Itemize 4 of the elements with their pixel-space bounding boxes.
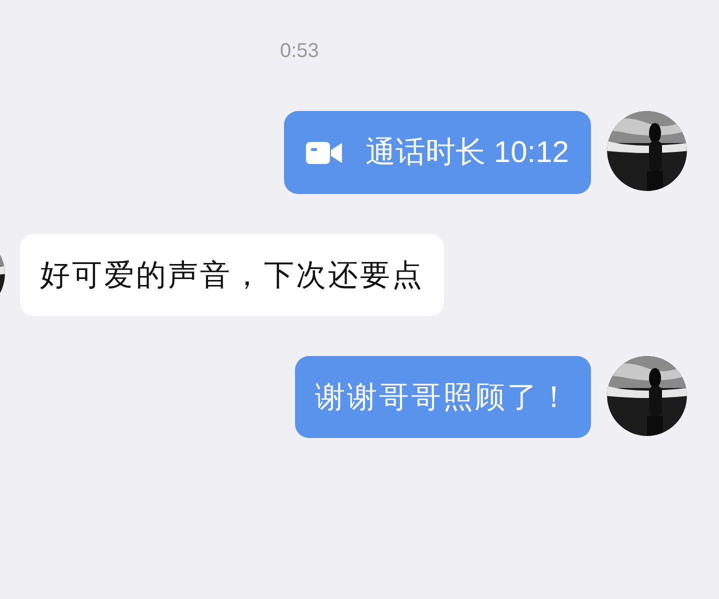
message-bubble: 好可爱的声音，下次还要点 bbox=[20, 234, 444, 316]
message-bubble: 谢谢哥哥照顾了！ bbox=[295, 356, 591, 438]
call-duration-text: 通话时长 10:12 bbox=[366, 135, 569, 171]
message-timestamp: 0:53 bbox=[280, 39, 319, 64]
